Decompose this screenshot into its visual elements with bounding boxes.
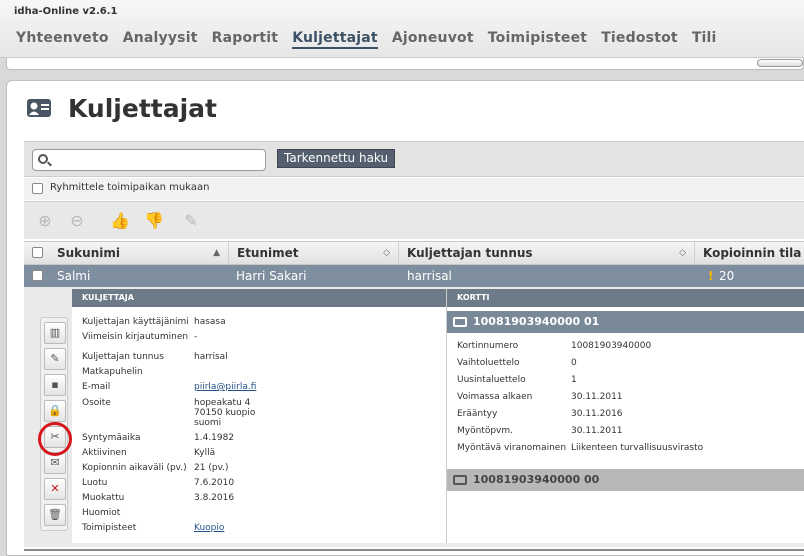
group-option-row: Ryhmittele toimipaikan mukaan — [24, 178, 804, 200]
thumbs-up-icon[interactable]: 👍 — [110, 212, 130, 230]
card-section: KORTTI 10081903940000 01 Kortinnumero 100… — [446, 289, 804, 543]
disable-icon[interactable]: ✕ — [44, 478, 66, 500]
advanced-search-button[interactable]: Tarkennettu haku — [277, 149, 396, 168]
search-icon — [38, 154, 48, 164]
pencil-icon[interactable]: ✎ — [182, 212, 200, 230]
col-tunnus[interactable]: Kuljettajan tunnus ◇ — [399, 242, 695, 264]
nav-kuljettajat[interactable]: Kuljettajat — [292, 30, 378, 49]
sub-strip — [6, 58, 804, 70]
group-checkbox[interactable] — [32, 183, 43, 194]
col-sukunimi[interactable]: Sukunimi ▲ — [49, 242, 229, 264]
nav-yhteenveto[interactable]: Yhteenveto — [16, 30, 109, 49]
app-title: idha-Online v2.6.1 — [14, 6, 118, 17]
main-nav: Yhteenveto Analyysit Raportit Kuljettaja… — [16, 30, 731, 49]
thumbs-down-icon[interactable]: 👎 — [144, 212, 164, 230]
card-icon — [453, 317, 467, 327]
select-all-checkbox[interactable] — [32, 247, 43, 258]
cell-etunimet: Harri Sakari — [236, 269, 307, 283]
row-checkbox[interactable] — [32, 270, 43, 281]
cell-sukunimi: Salmi — [57, 269, 91, 283]
highlight-circle — [38, 422, 72, 456]
nav-tili[interactable]: Tili — [692, 30, 717, 49]
nav-raportit[interactable]: Raportit — [212, 30, 279, 49]
top-bar: idha-Online v2.6.1 Yhteenveto Analyysit … — [0, 0, 804, 58]
table-header: Sukunimi ▲ Etunimet ◇ Kuljettajan tunnus ◇ … — [24, 241, 804, 265]
save-icon[interactable]: ▪ — [44, 374, 66, 396]
cell-tunnus: harrisal — [407, 269, 452, 283]
card-title-00[interactable]: 10081903940000 00 — [447, 469, 804, 491]
strip-handle[interactable] — [757, 59, 803, 67]
nav-analyysit[interactable]: Analyysit — [123, 30, 198, 49]
nav-ajoneuvot[interactable]: Ajoneuvot — [392, 30, 474, 49]
nav-tiedostot[interactable]: Tiedostot — [601, 30, 678, 49]
page-title: Kuljettajat — [68, 94, 217, 123]
sort-both-icon: ◇ — [679, 248, 686, 258]
search-input[interactable] — [32, 149, 266, 171]
card-title-01[interactable]: 10081903940000 01 — [447, 311, 804, 333]
col-etunimet[interactable]: Etunimet ◇ — [229, 242, 399, 264]
driver-section: KULJETTAJA Kuljettajan käyttäjänimi hasas… — [72, 289, 446, 543]
trash-icon[interactable]: 🗑 — [44, 504, 66, 526]
nav-toimipisteet[interactable]: Toimipisteet — [488, 30, 587, 49]
action-toolbar: ⊕ ⊖ 👍 👎 ✎ — [24, 201, 804, 239]
table-row[interactable]: Salmi Harri Sakari harrisal ! 20 — [24, 265, 804, 287]
warning-icon: ! — [708, 269, 714, 283]
email-link[interactable]: piirla@piirla.fi — [194, 382, 256, 392]
driver-card-icon — [27, 99, 51, 117]
card-section-header: KORTTI — [447, 289, 804, 307]
group-label: Ryhmittele toimipaikan mukaan — [50, 182, 210, 193]
search-bar: Tarkennettu haku — [24, 141, 804, 177]
driver-section-header: KULJETTAJA — [72, 289, 446, 307]
edit-icon[interactable]: ✎ — [44, 348, 66, 370]
card-icon — [453, 475, 467, 485]
bottom-divider — [24, 549, 804, 551]
cell-kopiointi: 20 — [719, 269, 735, 283]
driver-detail: ▥ ✎ ▪ 🔒 ✂ ✉ ✕ 🗑 KULJETTAJA Kuljettajan k… — [24, 287, 804, 547]
chart-icon[interactable]: ▥ — [44, 322, 66, 344]
col-kopiointi[interactable]: Kopioinnin tila — [695, 242, 804, 264]
remove-icon[interactable]: ⊖ — [68, 212, 86, 230]
toimipiste-link[interactable]: Kuopio — [194, 523, 224, 533]
lock-icon[interactable]: 🔒 — [44, 400, 66, 422]
sort-asc-icon: ▲ — [213, 248, 220, 258]
add-icon[interactable]: ⊕ — [36, 212, 54, 230]
sort-both-icon: ◇ — [383, 248, 390, 258]
